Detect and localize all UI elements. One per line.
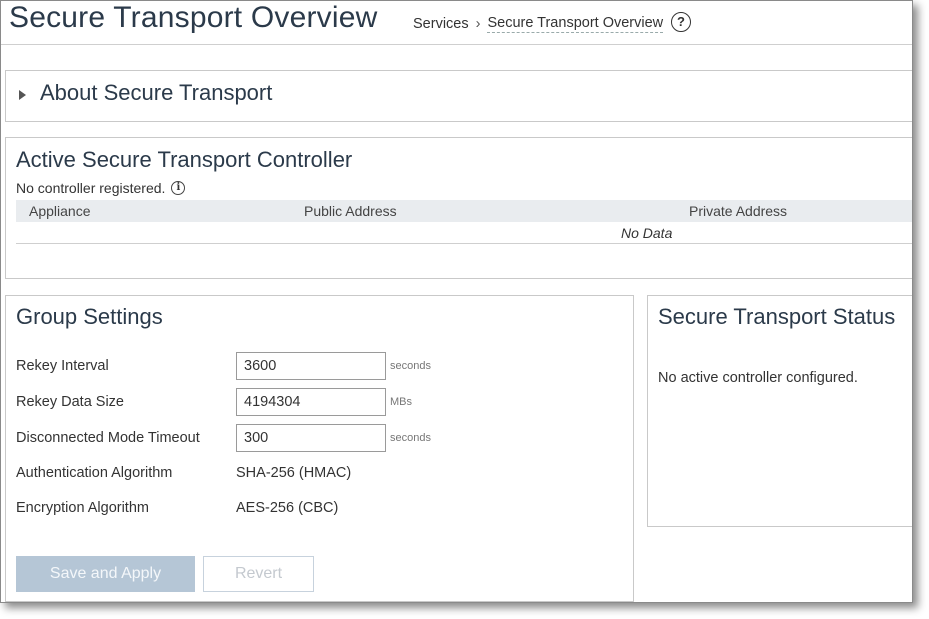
rekey-interval-row: Rekey Interval seconds bbox=[16, 352, 626, 380]
no-controller-text: No controller registered. bbox=[16, 180, 166, 196]
breadcrumb-current[interactable]: Secure Transport Overview bbox=[487, 15, 664, 33]
rekey-data-size-unit: MBs bbox=[390, 396, 412, 408]
authentication-algorithm-label: Authentication Algorithm bbox=[16, 465, 173, 481]
no-data-text: No Data bbox=[621, 225, 673, 241]
page-header: Secure Transport Overview Services › Sec… bbox=[1, 1, 912, 45]
disconnected-mode-timeout-unit: seconds bbox=[390, 432, 431, 444]
column-header-private-address[interactable]: Private Address bbox=[689, 203, 787, 219]
rekey-data-size-input[interactable] bbox=[236, 388, 386, 416]
main-window: Secure Transport Overview Services › Sec… bbox=[0, 0, 913, 603]
save-and-apply-button[interactable]: Save and Apply bbox=[16, 556, 195, 592]
rekey-data-size-label: Rekey Data Size bbox=[16, 394, 124, 410]
disconnected-mode-timeout-row: Disconnected Mode Timeout seconds bbox=[16, 424, 626, 452]
column-header-public-address[interactable]: Public Address bbox=[304, 203, 397, 219]
breadcrumb-separator-icon: › bbox=[475, 16, 481, 32]
group-settings-title: Group Settings bbox=[16, 304, 163, 329]
encryption-algorithm-row: Encryption Algorithm AES-256 (CBC) bbox=[16, 494, 626, 522]
breadcrumb: Services › Secure Transport Overview bbox=[413, 15, 664, 33]
rekey-interval-label: Rekey Interval bbox=[16, 358, 109, 374]
secure-transport-status-section: Secure Transport Status No active contro… bbox=[647, 295, 912, 527]
disconnected-mode-timeout-input[interactable] bbox=[236, 424, 386, 452]
encryption-algorithm-label: Encryption Algorithm bbox=[16, 500, 149, 516]
about-section-title[interactable]: About Secure Transport bbox=[40, 80, 272, 106]
page-title: Secure Transport Overview bbox=[9, 1, 378, 34]
column-header-appliance[interactable]: Appliance bbox=[29, 203, 91, 219]
disconnected-mode-timeout-label: Disconnected Mode Timeout bbox=[16, 430, 200, 446]
expand-triangle-icon[interactable] bbox=[19, 90, 26, 100]
no-controller-note: No controller registered. i bbox=[16, 180, 186, 196]
active-controller-title: Active Secure Transport Controller bbox=[16, 147, 353, 172]
info-icon[interactable]: i bbox=[171, 181, 186, 195]
status-title: Secure Transport Status bbox=[658, 304, 896, 329]
rekey-interval-unit: seconds bbox=[390, 360, 431, 372]
status-message: No active controller configured. bbox=[658, 370, 858, 386]
controller-table-body: No Data bbox=[16, 222, 912, 244]
revert-button[interactable]: Revert bbox=[203, 556, 314, 592]
group-settings-section: Group Settings Rekey Interval seconds Re… bbox=[5, 295, 634, 602]
active-controller-section: Active Secure Transport Controller No co… bbox=[5, 137, 912, 279]
about-secure-transport-section[interactable]: About Secure Transport bbox=[5, 70, 912, 122]
authentication-algorithm-value: SHA-256 (HMAC) bbox=[236, 465, 352, 481]
breadcrumb-services-link[interactable]: Services bbox=[413, 16, 469, 32]
rekey-interval-input[interactable] bbox=[236, 352, 386, 380]
authentication-algorithm-row: Authentication Algorithm SHA-256 (HMAC) bbox=[16, 459, 626, 487]
rekey-data-size-row: Rekey Data Size MBs bbox=[16, 388, 626, 416]
help-icon[interactable]: ? bbox=[671, 12, 691, 32]
encryption-algorithm-value: AES-256 (CBC) bbox=[236, 500, 339, 516]
controller-table-header: Appliance Public Address Private Address bbox=[16, 200, 912, 222]
